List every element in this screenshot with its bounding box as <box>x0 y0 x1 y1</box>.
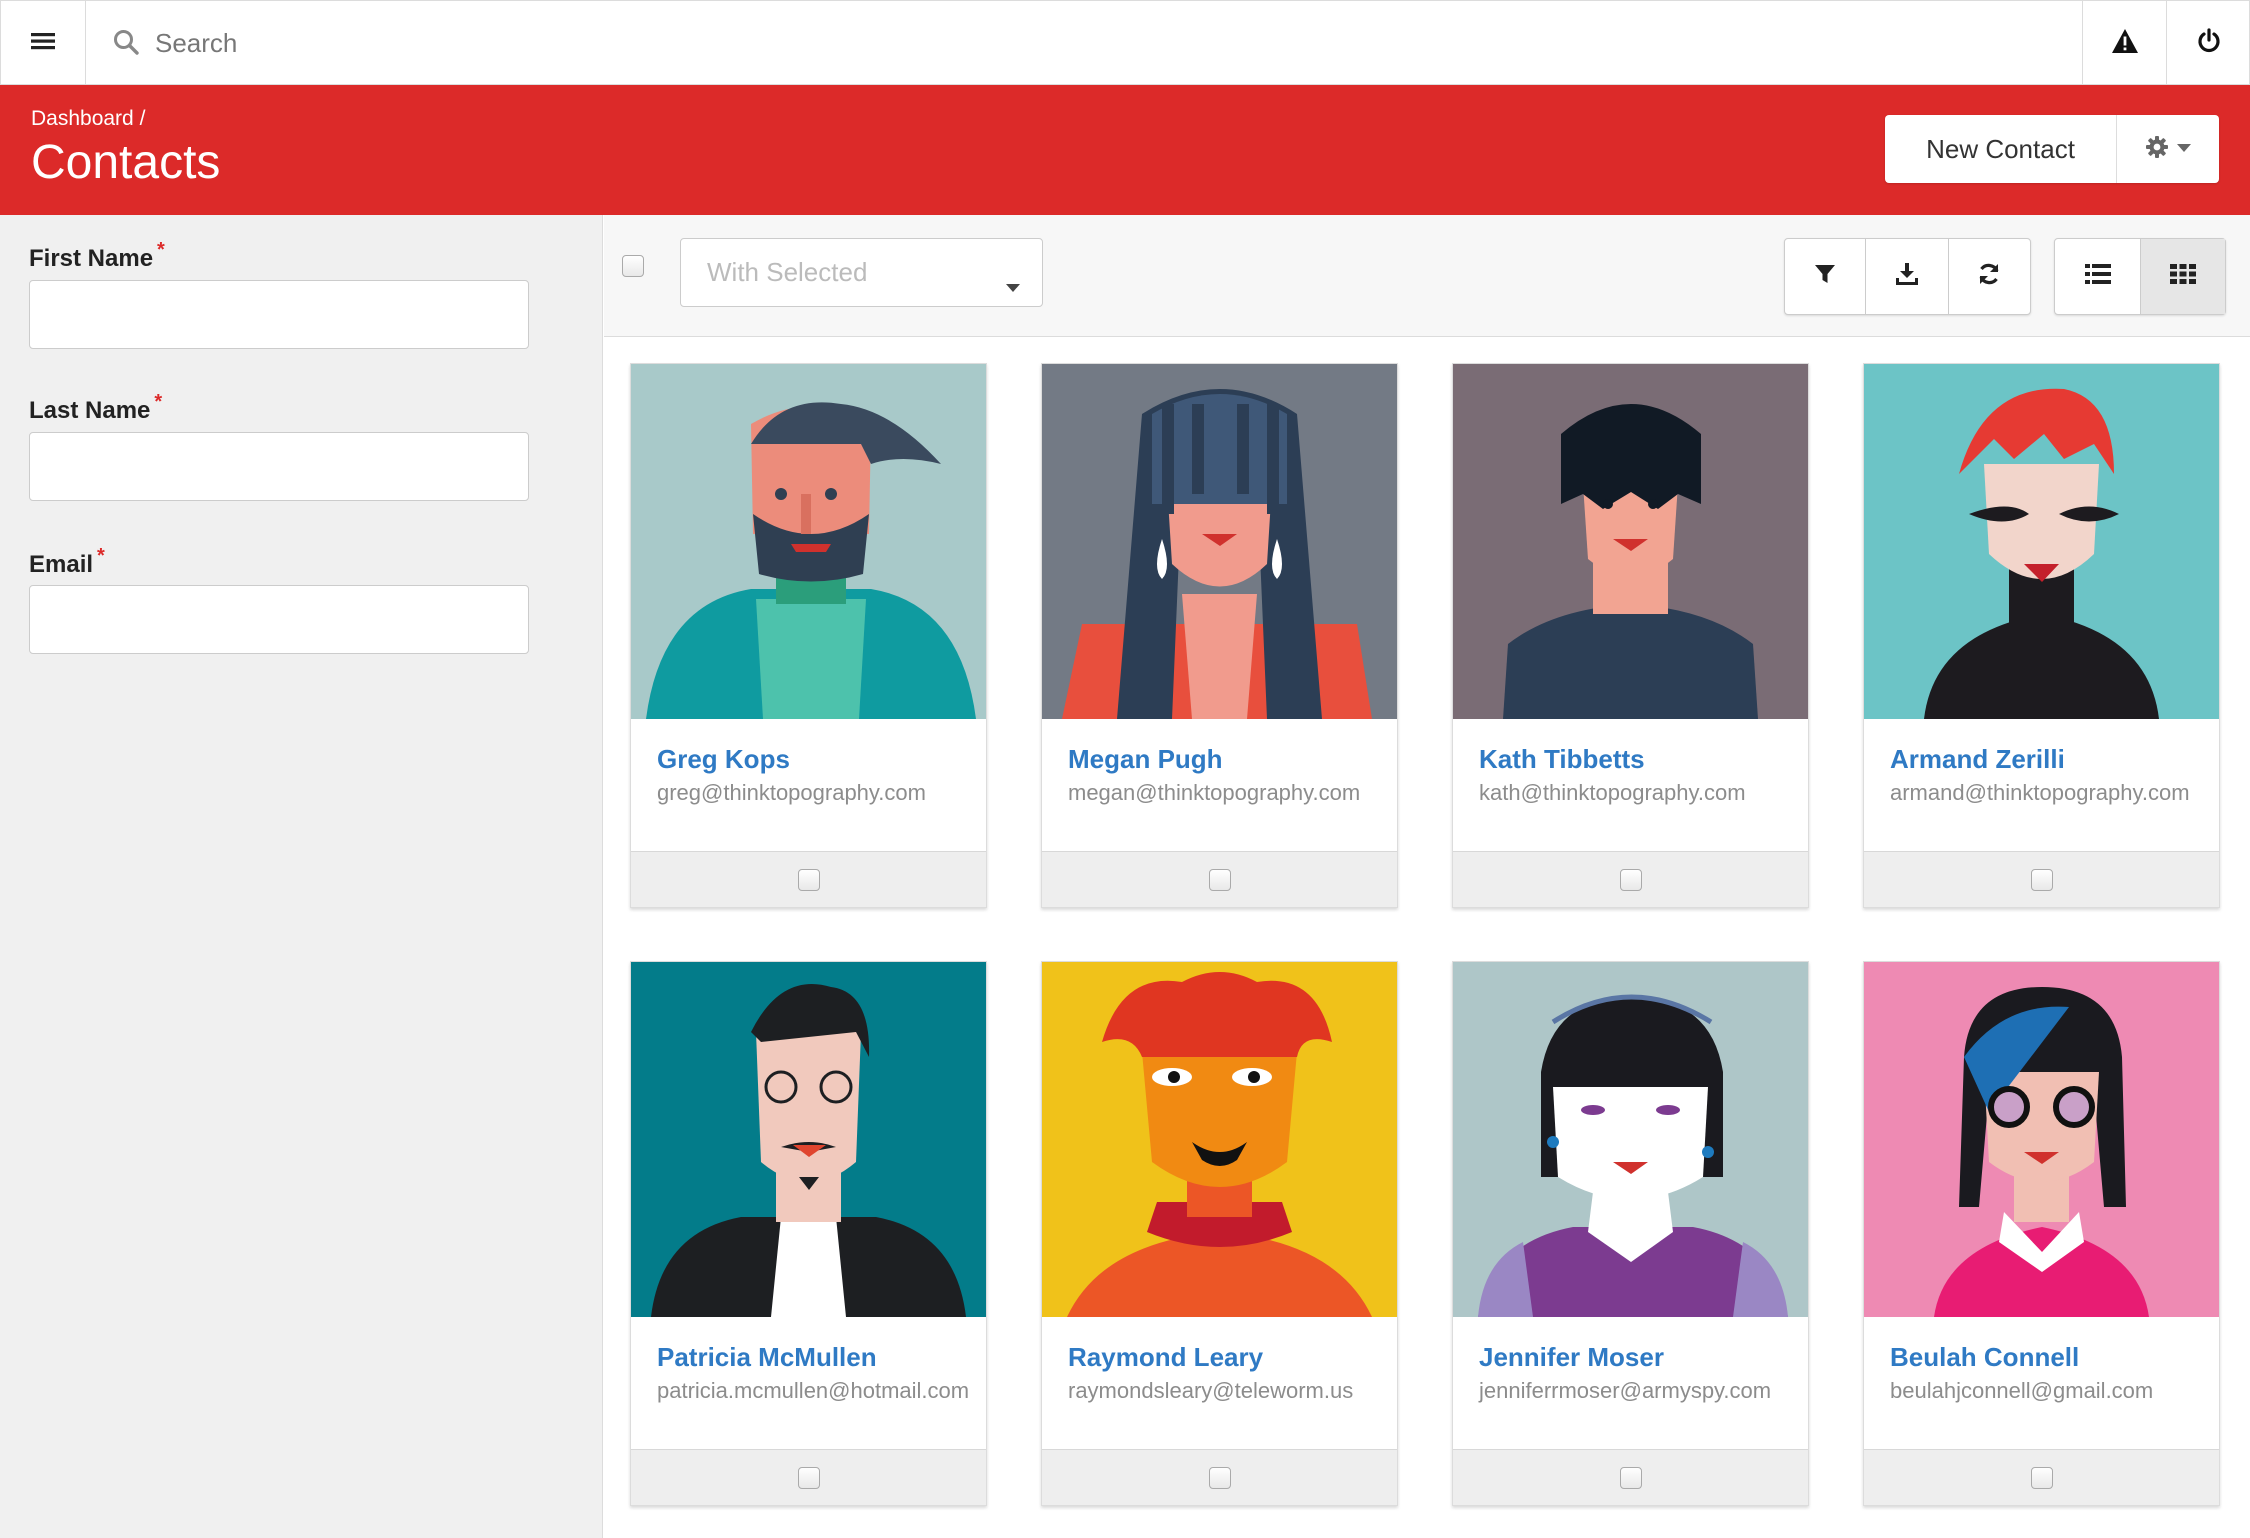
warning-icon <box>2111 28 2139 59</box>
grid-icon <box>2170 263 2196 290</box>
gear-icon <box>2145 135 2169 164</box>
hamburger-icon <box>31 31 55 56</box>
avatar <box>1864 962 2219 1317</box>
select-checkbox[interactable] <box>1619 1466 1642 1489</box>
power-icon <box>2196 27 2222 59</box>
first-name-label: First Name * <box>29 239 165 273</box>
last-name-label: Last Name * <box>29 391 162 425</box>
export-button[interactable] <box>1866 239 1949 314</box>
with-selected-dropdown[interactable]: With Selected <box>680 238 1043 307</box>
last-name-field[interactable] <box>29 432 529 501</box>
contact-card[interactable]: Greg Kops greg@thinktopography.com <box>630 363 987 908</box>
first-name-label-text: First Name <box>29 245 154 272</box>
contact-name[interactable]: Megan Pugh <box>1068 744 1223 775</box>
alerts-button[interactable] <box>2082 1 2166 85</box>
header-actions: New Contact <box>1885 115 2219 183</box>
card-footer <box>1864 851 2219 907</box>
contact-name[interactable]: Armand Zerilli <box>1890 744 2065 775</box>
contact-card[interactable]: Kath Tibbetts kath@thinktopography.com <box>1452 363 1809 908</box>
email-label-text: Email <box>29 551 94 578</box>
card-footer <box>1453 851 1808 907</box>
contact-name[interactable]: Jennifer Moser <box>1479 1342 1664 1373</box>
email-label: Email * <box>29 545 105 579</box>
contact-card[interactable]: Megan Pugh megan@thinktopography.com <box>1041 363 1398 908</box>
filter-button[interactable] <box>1785 239 1867 314</box>
filter-icon <box>1814 263 1836 290</box>
list-actions-group <box>1784 238 2031 315</box>
contact-email: raymondsleary@teleworm.us <box>1068 1378 1354 1403</box>
contact-card[interactable]: Beulah Connell beulahjconnell@gmail.com <box>1863 961 2220 1506</box>
search-bar <box>87 1 2082 85</box>
contact-name[interactable]: Kath Tibbetts <box>1479 744 1645 775</box>
logout-button[interactable] <box>2166 1 2250 85</box>
list-icon <box>2084 263 2111 290</box>
search-icon <box>113 29 139 60</box>
contact-card[interactable]: Jennifer Moser jenniferrmoser@armyspy.co… <box>1452 961 1809 1506</box>
card-footer <box>1453 1449 1808 1505</box>
select-checkbox[interactable] <box>797 868 820 891</box>
required-marker: * <box>157 239 165 261</box>
refresh-button[interactable] <box>1949 239 2030 314</box>
contact-email: jenniferrmoser@armyspy.com <box>1479 1378 1772 1403</box>
contact-card[interactable]: Armand Zerilli armand@thinktopography.co… <box>1863 363 2220 908</box>
list-view-button[interactable] <box>2055 239 2141 314</box>
select-all-checkbox[interactable] <box>622 255 644 277</box>
contact-name[interactable]: Beulah Connell <box>1890 1342 2079 1373</box>
card-footer <box>1042 851 1397 907</box>
refresh-icon <box>1977 262 2001 291</box>
card-footer <box>631 851 986 907</box>
avatar <box>631 364 986 719</box>
filter-form-panel: First Name * Last Name * Email * <box>0 215 603 1538</box>
avatar <box>1864 364 2219 719</box>
contact-name[interactable]: Greg Kops <box>657 744 790 775</box>
search-input[interactable] <box>155 3 2055 83</box>
download-icon <box>1895 262 1919 291</box>
contact-email: greg@thinktopography.com <box>657 780 926 805</box>
caret-down-icon <box>1006 269 1020 300</box>
contact-email: beulahjconnell@gmail.com <box>1890 1378 2154 1403</box>
select-checkbox[interactable] <box>1208 1466 1231 1489</box>
page-header: Dashboard / Contacts New Contact <box>0 85 2250 215</box>
contact-name[interactable]: Raymond Leary <box>1068 1342 1263 1373</box>
select-checkbox[interactable] <box>1619 868 1642 891</box>
first-name-field[interactable] <box>29 280 529 349</box>
top-bar <box>0 0 2250 85</box>
page-title: Contacts <box>31 136 221 189</box>
select-checkbox[interactable] <box>2030 868 2053 891</box>
list-toolbar: With Selected <box>604 215 2250 337</box>
new-contact-button[interactable]: New Contact <box>1885 115 2117 183</box>
avatar <box>1042 962 1397 1317</box>
contact-email: armand@thinktopography.com <box>1890 780 2190 805</box>
avatar <box>1453 364 1808 719</box>
settings-dropdown-button[interactable] <box>2117 115 2219 183</box>
required-marker: * <box>97 545 105 567</box>
avatar <box>631 962 986 1317</box>
avatar <box>1453 962 1808 1317</box>
card-footer <box>1864 1449 2219 1505</box>
contact-email: megan@thinktopography.com <box>1068 780 1361 805</box>
menu-button[interactable] <box>1 1 86 85</box>
with-selected-label: With Selected <box>707 257 868 287</box>
view-toggle-group <box>2054 238 2226 315</box>
contact-name[interactable]: Patricia McMullen <box>657 1342 877 1373</box>
select-checkbox[interactable] <box>2030 1466 2053 1489</box>
select-checkbox[interactable] <box>1208 868 1231 891</box>
breadcrumb[interactable]: Dashboard / <box>31 107 145 131</box>
caret-down-icon <box>2177 140 2191 158</box>
email-field[interactable] <box>29 585 529 654</box>
grid-view-button[interactable] <box>2141 239 2225 314</box>
contact-email: kath@thinktopography.com <box>1479 780 1746 805</box>
card-footer <box>1042 1449 1397 1505</box>
contact-card[interactable]: Patricia McMullen patricia.mcmullen@hotm… <box>630 961 987 1506</box>
required-marker: * <box>154 391 163 413</box>
select-checkbox[interactable] <box>797 1466 820 1489</box>
avatar <box>1042 364 1397 719</box>
contact-card[interactable]: Raymond Leary raymondsleary@teleworm.us <box>1041 961 1398 1506</box>
last-name-label-text: Last Name <box>29 397 151 424</box>
contact-email: patricia.mcmullen@hotmail.com <box>657 1378 970 1403</box>
card-footer <box>631 1449 986 1505</box>
